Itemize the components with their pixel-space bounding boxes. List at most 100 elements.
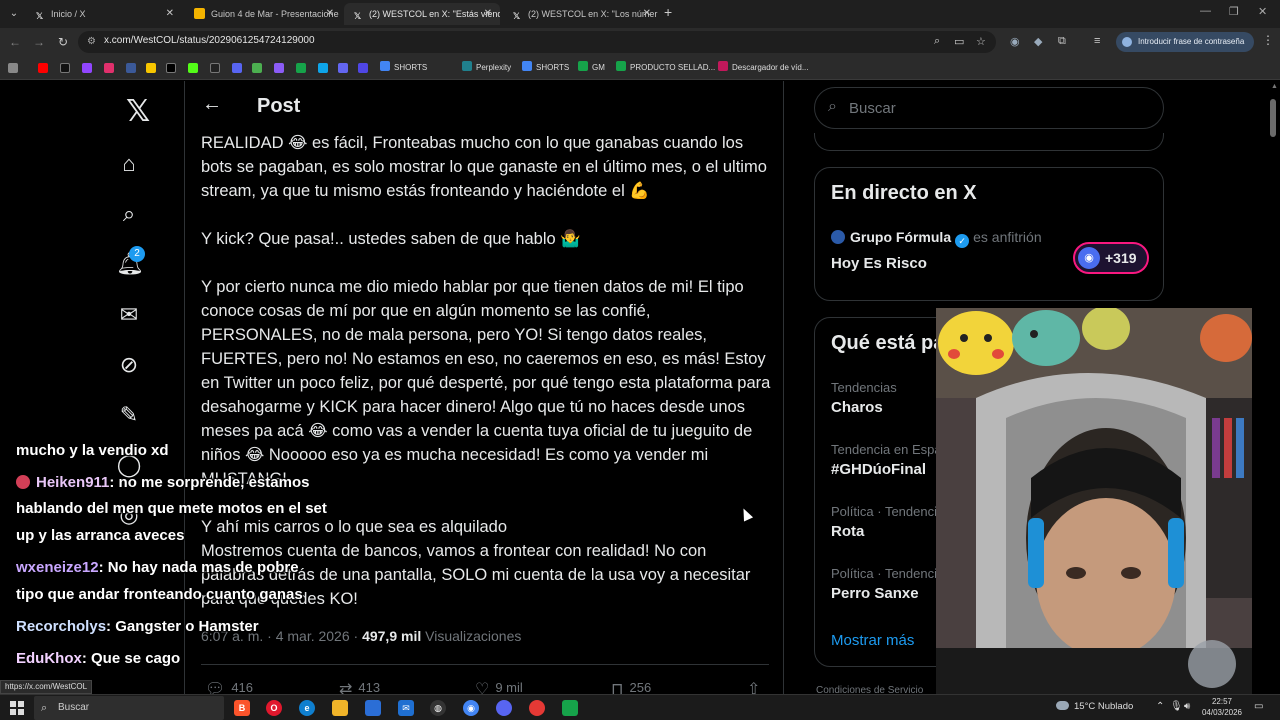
zoom-icon[interactable]: ⌕ (934, 35, 940, 48)
bookmark-icon[interactable] (274, 63, 284, 73)
bookmark-star-icon[interactable]: ☆ (976, 35, 986, 48)
browser-menu-icon[interactable]: ⋮ (1262, 33, 1274, 47)
weather-widget[interactable]: 15°C Nublado (1056, 701, 1133, 712)
x-bookmark-icon[interactable] (60, 63, 70, 73)
media-control-icon[interactable]: ≡ (1094, 35, 1100, 47)
sheets-icon[interactable] (296, 63, 306, 73)
bookmark-icon[interactable] (318, 63, 328, 73)
lists-icon[interactable]: ✎ (116, 402, 142, 428)
obs-icon[interactable]: ◍ (430, 700, 446, 716)
site-info-icon[interactable]: ⚙ (87, 36, 96, 47)
bookmark-button[interactable]: ⊓ 256 (611, 679, 651, 694)
restore-icon[interactable]: ❐ (1229, 5, 1239, 18)
browser-tab[interactable]: 𝕏 (2) WESTCOL en X: "Los númer ✕ (503, 3, 659, 25)
bookmark-icon[interactable] (338, 63, 348, 73)
cloud-icon (1056, 701, 1069, 710)
bookmark-icon[interactable] (210, 63, 220, 73)
file-explorer-icon[interactable] (332, 700, 348, 716)
tiktok-icon[interactable] (166, 63, 176, 73)
store-icon[interactable] (365, 700, 381, 716)
bookmark-shorts[interactable]: SHORTS (380, 61, 427, 75)
search-box[interactable]: ⌕ (814, 87, 1164, 129)
scroll-up-icon[interactable]: ▲ (1271, 83, 1278, 90)
minimize-icon[interactable]: — (1200, 5, 1211, 17)
pokeball-app-icon[interactable] (529, 700, 545, 716)
close-tab-icon[interactable]: ✕ (166, 3, 174, 25)
tab-search-button[interactable]: ⌄ (6, 6, 22, 22)
bookmark-shorts[interactable]: SHORTS (522, 61, 569, 75)
reload-icon[interactable]: ↻ (54, 33, 72, 51)
bookmark-icon[interactable] (358, 63, 368, 73)
brave-icon[interactable]: B (234, 700, 250, 716)
close-tab-icon[interactable]: ✕ (484, 3, 492, 25)
notification-center-icon[interactable]: ▭ (1254, 701, 1263, 712)
taskbar-search[interactable]: ⌕ Buscar (34, 696, 224, 720)
close-tab-icon[interactable]: ✕ (643, 3, 651, 25)
chrome-icon[interactable]: ◉ (463, 700, 479, 716)
show-more-link[interactable]: Mostrar más (831, 632, 914, 649)
like-button[interactable]: ♡ 9 mil (475, 679, 523, 694)
edge-icon[interactable]: e (299, 700, 315, 716)
kick-icon[interactable] (188, 63, 198, 73)
address-bar[interactable]: ⚙ x.com/WestCOL/status/20290612547241290… (78, 31, 996, 53)
passphrase-button[interactable]: Introducir frase de contraseña (1116, 32, 1254, 52)
url-text: x.com/WestCOL/status/2029061254724129000 (104, 35, 315, 46)
cast-icon[interactable]: ▭ (954, 35, 964, 48)
mail-icon[interactable]: ✉ (398, 700, 414, 716)
forward-icon[interactable]: → (30, 33, 48, 51)
drive-icon (380, 61, 390, 71)
twitch-icon[interactable] (82, 63, 92, 73)
app-icon[interactable] (562, 700, 578, 716)
repost-button[interactable]: ⇄ 413 (339, 679, 380, 694)
discord-icon[interactable] (496, 700, 512, 716)
bookmark-icon[interactable] (252, 63, 262, 73)
live-card-title: En directo en X (831, 182, 977, 204)
x-logo-icon[interactable]: 𝕏 (126, 94, 150, 129)
new-tab-button[interactable]: + (664, 4, 672, 20)
bookmark-icon[interactable] (146, 63, 156, 73)
opera-icon[interactable]: O (266, 700, 282, 716)
browser-tab[interactable]: 𝕏 Inicio / X ✕ (26, 3, 182, 25)
user-badge-icon (16, 475, 30, 489)
share-button[interactable]: ⇧ (747, 679, 766, 694)
microphone-icon[interactable]: 🎙︎ (1170, 701, 1183, 712)
bookmark-producto[interactable]: PRODUCTO SELLAD... (616, 61, 715, 75)
instagram-icon[interactable] (104, 63, 114, 73)
extension-icon[interactable]: ◉ (1010, 35, 1020, 48)
post-paragraph: Y por cierto nunca me dio miedo hablar p… (201, 278, 771, 488)
live-listeners-button[interactable]: ◉ +319 (1073, 242, 1149, 274)
footer-links[interactable]: Condiciones de Servicio (816, 685, 923, 694)
chat-message: tipo que andar fronteando cuanto ganas (16, 586, 303, 603)
windows-start-icon[interactable] (10, 701, 24, 715)
live-space-title[interactable]: Hoy Es Risco (831, 255, 927, 272)
bookmark-icon[interactable] (232, 63, 242, 73)
bookmark-icon[interactable] (126, 63, 136, 73)
bookmark-perplexity[interactable]: Perplexity (462, 61, 511, 75)
tray-overflow-icon[interactable]: ⌃ (1156, 701, 1164, 712)
messages-mail-icon[interactable]: ✉ (116, 302, 142, 328)
back-arrow-icon[interactable]: ← (202, 93, 222, 116)
search-icon[interactable]: ⌕ (116, 201, 142, 227)
extensions-puzzle-icon[interactable]: ⧉ (1058, 35, 1066, 48)
browser-tab-active[interactable]: 𝕏 (2) WESTCOL en X: "Estás viend ✕ (344, 3, 500, 25)
apps-icon[interactable] (8, 63, 18, 73)
scrollbar-thumb[interactable] (1270, 99, 1276, 137)
bookmark-gm[interactable]: GM (578, 61, 605, 75)
x-icon: 𝕏 (35, 11, 44, 21)
close-tab-icon[interactable]: ✕ (326, 3, 334, 25)
bookmark-descargador[interactable]: Descargador de víd... (718, 61, 808, 75)
volume-icon[interactable]: 🔊︎ (1184, 701, 1190, 712)
close-window-icon[interactable]: ✕ (1258, 5, 1267, 18)
windows-taskbar: ⌕ Buscar B O e ✉ ◍ ◉ 15°C Nublado ⌃ 🎙︎ 🔊… (0, 694, 1280, 720)
extension-icon[interactable]: ◆ (1034, 35, 1042, 48)
live-host[interactable]: Grupo Fórmula ✓ es anfitrión (831, 229, 1042, 248)
search-input[interactable] (849, 98, 1149, 118)
taskbar-clock[interactable]: 22:57 04/03/2026 (1200, 696, 1244, 718)
home-icon[interactable]: ⌂ (116, 151, 142, 177)
youtube-icon[interactable] (38, 63, 48, 73)
reply-button[interactable]: 💬︎ 416 (205, 679, 253, 694)
back-icon[interactable]: ← (6, 33, 24, 51)
browser-tab[interactable]: Guion 4 de Mar - Presentacione ✕ (186, 3, 342, 25)
grok-icon[interactable]: ⊘ (116, 352, 142, 378)
sheets-icon (616, 61, 626, 71)
